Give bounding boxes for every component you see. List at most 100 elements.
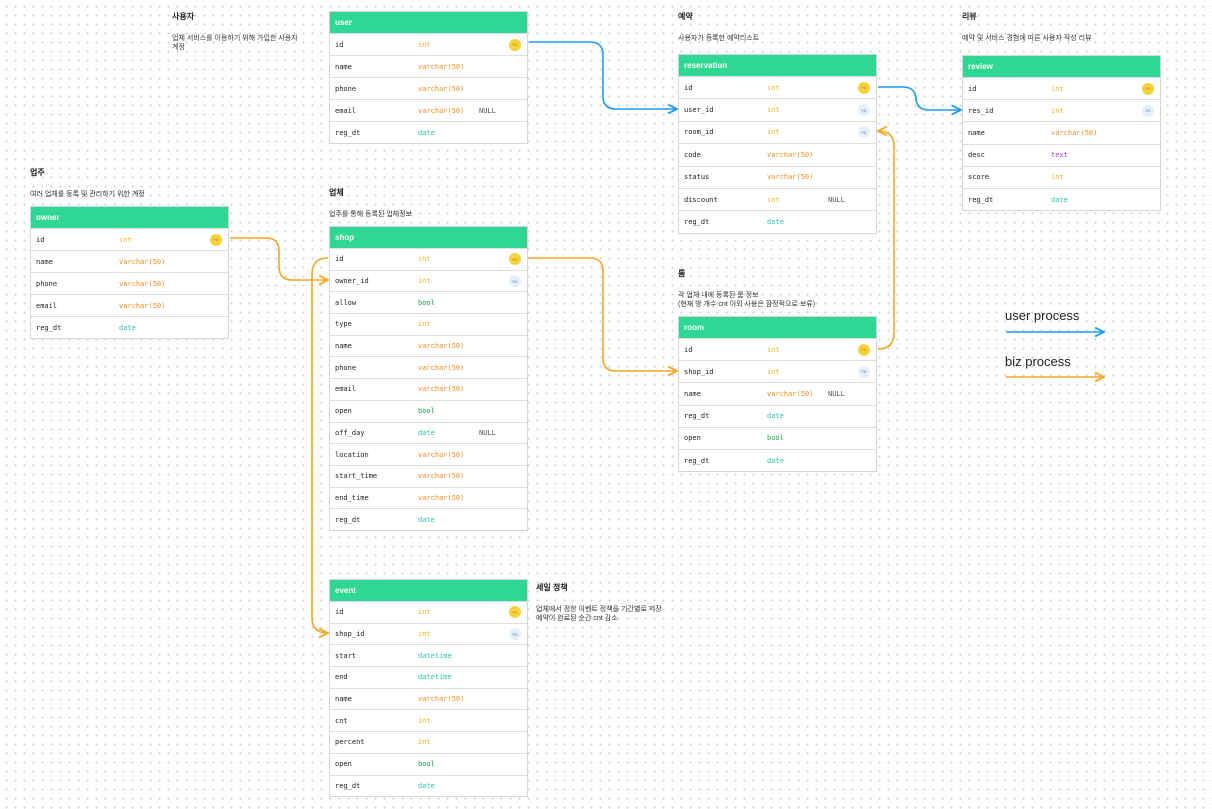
note-desc: 업체에서 정한 이벤트 정책을 기간별로 저장 예약이 완료된 순간 cnt 감… — [536, 606, 662, 622]
field-name: room_id — [684, 128, 714, 137]
table-review[interactable]: review id int PK res_id int FK name varchar(50)… — [962, 55, 1161, 212]
field-name: start — [335, 651, 357, 660]
table-room[interactable]: room id int PK shop_id int FK name varchar(50) N… — [678, 316, 877, 473]
shop-to-event-connector — [311, 257, 328, 633]
note-desc: 각 업체 내에 등록된 룸 정보 (현재 방 개수 cnt 이외 사용은 잠정적… — [678, 292, 816, 308]
table-header: shop — [330, 227, 527, 248]
primary-key-badge: PK — [509, 253, 521, 266]
field-row[interactable]: reg_dt date — [330, 121, 527, 143]
note-review: 리뷰 예약 및 서비스 경험에 따른 사용자 작성 리뷰 — [962, 12, 1092, 43]
field-row[interactable]: percent int — [330, 731, 527, 753]
field-row[interactable]: shop_id int FK — [679, 360, 876, 382]
field-row[interactable]: id int PK — [31, 228, 228, 250]
table-shop[interactable]: shop id int PK owner_id int FK allow bool type in… — [329, 226, 528, 531]
field-row[interactable]: phone varchar(50) — [330, 77, 527, 99]
field-row[interactable]: discount int NULL — [679, 187, 876, 210]
field-row[interactable]: reg_dt date — [679, 210, 876, 232]
table-header: owner — [31, 207, 228, 228]
field-row[interactable]: id int PK — [679, 338, 876, 360]
field-type: bool — [418, 298, 435, 307]
note-title: 룸 — [678, 269, 686, 278]
field-row[interactable]: start_time varchar(50) — [330, 464, 527, 487]
field-name: open — [684, 434, 701, 443]
field-type: varchar(50) — [418, 342, 465, 351]
field-type: bool — [418, 760, 435, 769]
field-row[interactable]: res_id int FK — [963, 99, 1160, 121]
field-row[interactable]: email varchar(50) NULL — [330, 99, 527, 121]
field-row[interactable]: reg_dt date — [330, 774, 527, 797]
field-row[interactable]: name varchar(50) — [330, 334, 527, 357]
table-reservation[interactable]: reservation id int PK user_id int FK room_id in… — [678, 54, 877, 234]
note-title: 업체 — [329, 188, 344, 197]
field-row[interactable]: id int PK — [963, 77, 1160, 99]
field-row[interactable]: room_id int FK — [679, 120, 876, 143]
field-row[interactable]: id int PK — [330, 601, 527, 623]
field-name: end_time — [335, 493, 369, 502]
table-owner[interactable]: owner id int PK name varchar(50) phone varchar… — [30, 206, 229, 339]
field-name: name — [684, 389, 701, 398]
field-name: off_day — [335, 428, 365, 437]
field-row[interactable]: name varchar(50) NULL — [679, 382, 876, 404]
field-row[interactable]: type int — [330, 313, 527, 335]
field-row[interactable]: open bool — [679, 426, 876, 449]
field-type: date — [767, 456, 784, 465]
table-event[interactable]: event id int PK shop_id int FK start datetime en… — [329, 579, 528, 798]
field-row[interactable]: reg_dt date — [679, 448, 876, 471]
primary-key-badge: PK — [509, 606, 521, 619]
field-row[interactable]: cnt int — [330, 709, 527, 731]
note-desc: 여러 업체를 등록 및 관리하기 위한 계정 — [30, 191, 145, 198]
field-row[interactable]: email varchar(50) — [31, 294, 228, 316]
field-row[interactable]: shop_id int FK — [330, 622, 527, 645]
field-row[interactable]: end_time varchar(50) — [330, 486, 527, 509]
field-row[interactable]: reg_dt date — [963, 187, 1160, 210]
field-row[interactable]: reg_dt date — [679, 404, 876, 427]
note-desc: 사용자가 등록한 예약리스트 — [678, 35, 760, 42]
field-row[interactable]: name varchar(50) — [330, 687, 527, 710]
field-type: int — [767, 106, 780, 115]
field-row[interactable]: name varchar(50) — [31, 250, 228, 272]
field-row[interactable]: phone varchar(50) — [31, 272, 228, 294]
table-header: event — [330, 580, 527, 601]
field-name: open — [335, 407, 352, 416]
field-row[interactable]: location varchar(50) — [330, 443, 527, 465]
field-type: int — [418, 608, 431, 617]
field-row[interactable]: open bool — [330, 399, 527, 422]
field-row[interactable]: name varchar(50) — [963, 121, 1160, 143]
field-row[interactable]: owner_id int FK — [330, 269, 527, 292]
field-row[interactable]: id int PK — [330, 33, 527, 55]
table-user[interactable]: user id int PK name varchar(50) phone varchar(… — [329, 11, 528, 144]
field-type: int — [767, 195, 780, 204]
field-name: name — [36, 257, 53, 266]
field-name: desc — [968, 151, 985, 160]
field-name: email — [335, 385, 357, 394]
field-name: reg_dt — [335, 128, 361, 137]
foreign-key-badge: FK — [509, 275, 521, 288]
field-row[interactable]: phone varchar(50) — [330, 356, 527, 378]
field-name: type — [335, 320, 352, 329]
field-row[interactable]: code varchar(50) — [679, 143, 876, 165]
field-row[interactable]: desc text — [963, 143, 1160, 166]
field-null: NULL — [479, 106, 496, 115]
field-row[interactable]: reg_dt date — [31, 316, 228, 338]
field-name: res_id — [968, 106, 994, 115]
field-type: int — [418, 320, 431, 329]
field-row[interactable]: score int — [963, 165, 1160, 188]
field-type: varchar(50) — [767, 150, 814, 159]
field-row[interactable]: allow bool — [330, 291, 527, 313]
field-row[interactable]: name varchar(50) — [330, 55, 527, 77]
field-row[interactable]: reg_dt date — [330, 508, 527, 530]
field-name: start_time — [335, 472, 378, 481]
field-row[interactable]: id int PK — [679, 76, 876, 98]
field-row[interactable]: start datetime — [330, 644, 527, 666]
field-row[interactable]: id int PK — [330, 248, 527, 270]
field-type: varchar(50) — [418, 472, 465, 481]
field-type: bool — [418, 407, 435, 416]
field-row[interactable]: off_day date NULL — [330, 421, 527, 444]
field-row[interactable]: end datetime — [330, 666, 527, 688]
field-row[interactable]: status varchar(50) — [679, 165, 876, 188]
field-row[interactable]: user_id int FK — [679, 98, 876, 120]
note-owner: 업주 여러 업체를 등록 및 관리하기 위한 계정 — [30, 168, 145, 199]
field-type: int — [1051, 106, 1064, 115]
field-row[interactable]: email varchar(50) — [330, 378, 527, 400]
field-row[interactable]: open bool — [330, 752, 527, 775]
